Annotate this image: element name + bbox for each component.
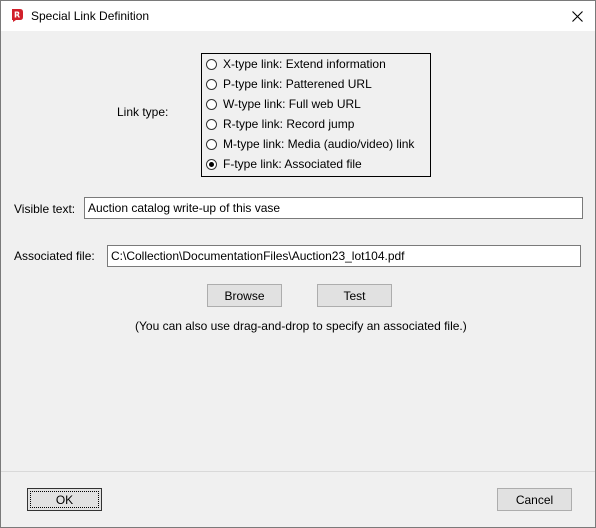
app-logo-icon: R: [12, 9, 23, 22]
associated-file-input[interactable]: C:\Collection\DocumentationFiles\Auction…: [107, 245, 581, 267]
visible-text-input[interactable]: Auction catalog write-up of this vase: [84, 197, 583, 219]
radio-x-type-circle[interactable]: [206, 58, 217, 70]
radio-f-type-circle[interactable]: [206, 158, 217, 170]
browse-button[interactable]: Browse: [207, 284, 282, 307]
dialog-window: R Special Link Definition Link type: X-t…: [0, 0, 596, 528]
radio-x-type[interactable]: X-type link: Extend information: [206, 55, 386, 73]
radio-r-type[interactable]: R-type link: Record jump: [206, 115, 354, 133]
radio-p-type-label: P-type link: Patterened URL: [223, 77, 372, 91]
close-icon: [571, 10, 583, 22]
test-button-label: Test: [343, 288, 366, 303]
link-type-label: Link type:: [117, 105, 169, 119]
title-bar[interactable]: R Special Link Definition: [1, 1, 595, 31]
radio-w-type-circle[interactable]: [206, 98, 217, 110]
drag-drop-hint: (You can also use drag-and-drop to speci…: [135, 319, 467, 333]
radio-f-type[interactable]: F-type link: Associated file: [206, 155, 362, 173]
radio-x-type-label: X-type link: Extend information: [223, 57, 386, 71]
associated-file-label: Associated file:: [14, 249, 95, 263]
ok-focus-rect: [30, 491, 99, 508]
radio-r-type-label: R-type link: Record jump: [223, 117, 355, 131]
radio-w-type-label: W-type link: Full web URL: [223, 97, 361, 111]
radio-r-type-circle[interactable]: [206, 118, 217, 130]
link-type-radio-group: X-type link: Extend information P-type l…: [201, 53, 431, 177]
visible-text-label: Visible text:: [14, 202, 76, 216]
radio-p-type-circle[interactable]: [206, 78, 217, 90]
window-title: Special Link Definition: [31, 9, 150, 23]
cancel-button-label: Cancel: [515, 492, 554, 507]
footer-divider: [1, 471, 595, 472]
cancel-button[interactable]: Cancel: [497, 488, 572, 511]
radio-w-type[interactable]: W-type link: Full web URL: [206, 95, 361, 113]
close-button[interactable]: [559, 1, 595, 31]
radio-m-type-circle[interactable]: [206, 138, 217, 150]
radio-m-type-label: M-type link: Media (audio/video) link: [223, 137, 415, 151]
radio-p-type[interactable]: P-type link: Patterened URL: [206, 75, 372, 93]
radio-m-type[interactable]: M-type link: Media (audio/video) link: [206, 135, 414, 153]
radio-f-type-label: F-type link: Associated file: [223, 157, 362, 171]
browse-button-label: Browse: [224, 288, 265, 303]
ok-button[interactable]: OK: [27, 488, 102, 511]
svg-text:R: R: [14, 11, 20, 20]
test-button[interactable]: Test: [317, 284, 392, 307]
